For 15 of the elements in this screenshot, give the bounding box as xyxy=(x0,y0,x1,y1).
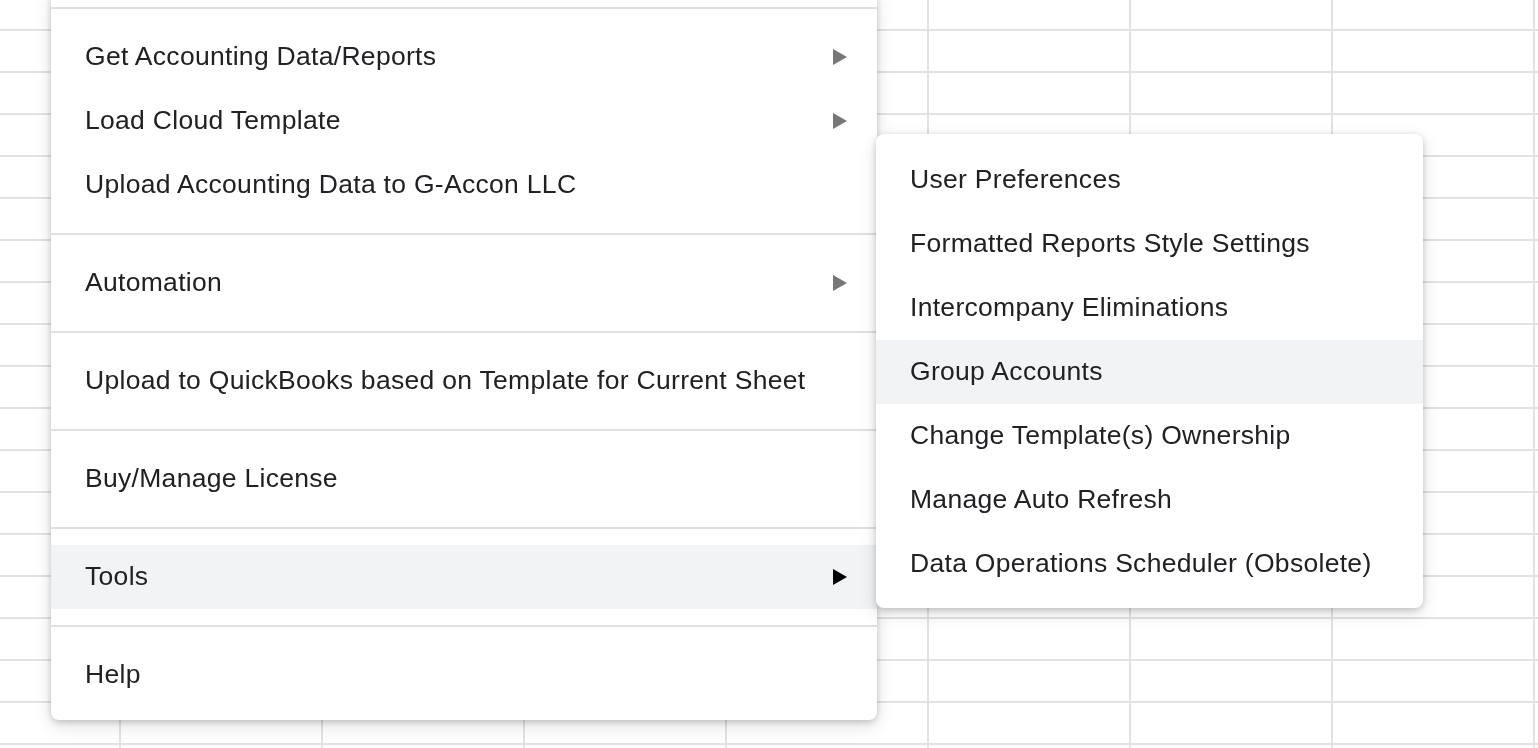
menu-item[interactable]: Automation xyxy=(51,251,877,315)
menu-item[interactable]: User Preferences xyxy=(876,148,1423,212)
menu-item[interactable]: Help xyxy=(51,643,877,707)
menu-item[interactable]: Formatted Reports Style Settings xyxy=(876,212,1423,276)
menu-item[interactable]: Group Accounts xyxy=(876,340,1423,404)
menu-item[interactable]: Load Cloud Template xyxy=(51,89,877,153)
menu-item[interactable]: Intercompany Eliminations xyxy=(876,276,1423,340)
menu-item[interactable]: Upload Accounting Data to G-Accon LLC xyxy=(51,153,877,217)
menu-item[interactable]: Data Operations Scheduler (Obsolete) xyxy=(876,532,1423,596)
menu-item[interactable]: Tools xyxy=(51,545,877,609)
menu-item[interactable]: Buy/Manage License xyxy=(51,447,877,511)
menu-item[interactable]: Upload to QuickBooks based on Template for Current Sheet xyxy=(51,349,877,413)
menu-item[interactable]: Change Template(s) Ownership xyxy=(876,404,1423,468)
menu-item[interactable]: Get Accounting Data/Reports xyxy=(51,25,877,89)
menu-item[interactable]: Manage Auto Refresh xyxy=(876,468,1423,532)
